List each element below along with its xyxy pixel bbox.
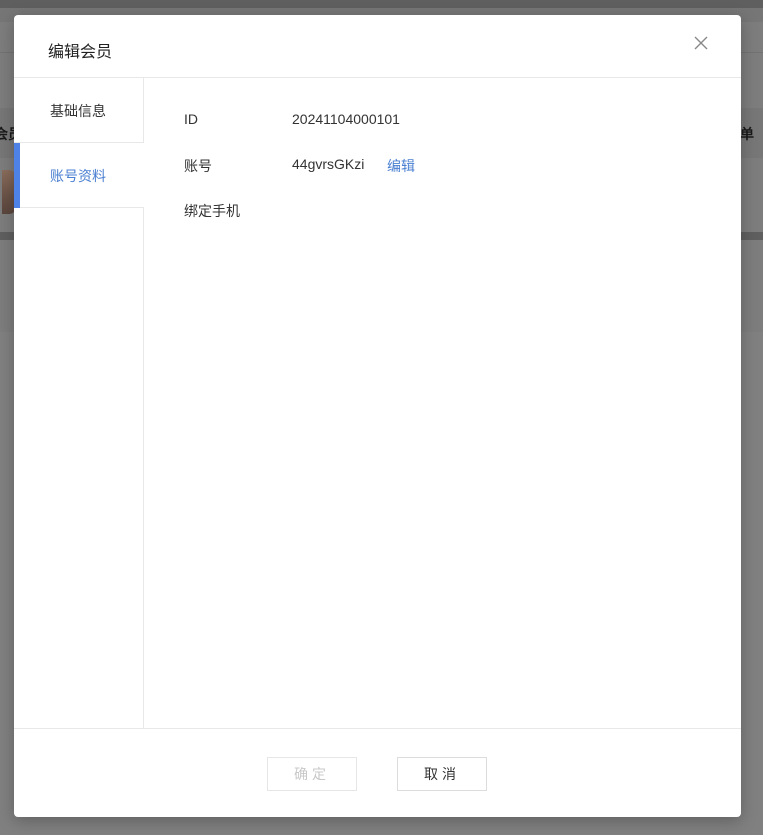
- tab-basic-info[interactable]: 基础信息: [14, 78, 144, 143]
- edit-account-link[interactable]: 编辑: [387, 156, 415, 176]
- dialog-footer: 确定 取消: [14, 728, 741, 817]
- background-topbar: [0, 0, 763, 8]
- tab-label: 基础信息: [50, 103, 106, 119]
- dialog-title: 编辑会员: [48, 44, 113, 61]
- tab-account-info[interactable]: 账号资料: [14, 143, 144, 208]
- account-info-panel: ID 20241104000101 账号 44gvrsGKzi 编辑 绑定手机: [145, 78, 741, 728]
- cancel-button[interactable]: 取消: [397, 757, 487, 791]
- phone-label: 绑定手机: [184, 203, 240, 219]
- confirm-button[interactable]: 确定: [267, 757, 357, 791]
- account-value: 44gvrsGKzi: [292, 156, 365, 172]
- side-nav: 基础信息 账号资料: [14, 78, 144, 728]
- tab-label: 账号资料: [50, 168, 106, 184]
- dialog-header: 编辑会员: [14, 15, 741, 78]
- active-indicator: [14, 143, 20, 208]
- close-icon[interactable]: [692, 34, 710, 52]
- account-label: 账号: [184, 158, 212, 174]
- background-column-header: 单: [740, 126, 754, 142]
- edit-member-dialog: 编辑会员 基础信息 账号资料 ID 20241104000101 账号 44gv…: [14, 15, 741, 817]
- id-label: ID: [184, 111, 198, 127]
- id-value: 20241104000101: [292, 111, 400, 127]
